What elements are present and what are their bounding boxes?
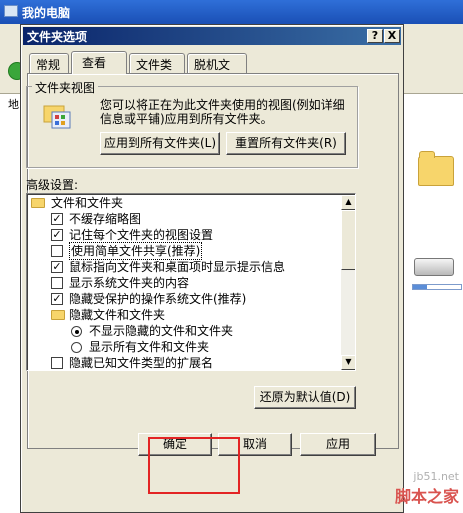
folder-icon bbox=[51, 310, 65, 320]
hard-drive-icon[interactable] bbox=[414, 258, 454, 276]
scroll-up-arrow-icon[interactable]: ▲ bbox=[341, 195, 355, 210]
tab-file-types[interactable]: 文件类型 bbox=[129, 53, 185, 89]
scroll-thumb[interactable] bbox=[341, 210, 355, 270]
cancel-button[interactable]: 取消 bbox=[218, 433, 292, 456]
checkbox-unchecked[interactable] bbox=[51, 245, 63, 257]
apply-to-all-folders-button[interactable]: 应用到所有文件夹(L) bbox=[100, 132, 220, 155]
folder-views-description: 您可以将正在为此文件夹使用的视图(例如详细信息或平铺)应用到所有文件夹。 bbox=[100, 98, 345, 126]
checkbox-checked[interactable]: ✓ bbox=[51, 261, 63, 273]
radio-selected[interactable] bbox=[71, 326, 82, 337]
restore-defaults-button[interactable]: 还原为默认值(D) bbox=[254, 386, 356, 409]
watermark-url: jb51.net bbox=[413, 470, 459, 483]
advanced-settings-list[interactable]: 文件和文件夹 ✓ 不缓存缩略图 ✓ 记住每个文件夹的视图设置 使用简单文件共享(… bbox=[26, 193, 356, 371]
checkbox-checked[interactable]: ✓ bbox=[51, 293, 63, 305]
address-label: 地 bbox=[8, 98, 19, 111]
folder-icon bbox=[31, 198, 45, 208]
reset-all-folders-button[interactable]: 重置所有文件夹(R) bbox=[226, 132, 346, 155]
drive-usage-bar bbox=[412, 284, 462, 290]
close-button[interactable]: X bbox=[384, 29, 400, 43]
watermark-name: 脚本之家 bbox=[394, 487, 459, 506]
explorer-title: 我的电脑 bbox=[22, 6, 71, 20]
apply-button[interactable]: 应用 bbox=[300, 433, 376, 456]
tab-offline-files[interactable]: 脱机文件 bbox=[187, 53, 247, 89]
ok-button[interactable]: 确定 bbox=[138, 433, 212, 456]
radio-unselected[interactable] bbox=[71, 342, 82, 353]
dialog-titlebar[interactable]: 文件夹选项 ? X bbox=[23, 27, 401, 45]
tab-view[interactable]: 查看 bbox=[71, 51, 127, 74]
explorer-titlebar: 我的电脑 bbox=[0, 0, 463, 24]
folder-icon[interactable] bbox=[418, 151, 454, 186]
checkbox-checked[interactable]: ✓ bbox=[51, 229, 63, 241]
folder-views-title: 文件夹视图 bbox=[32, 79, 99, 96]
checkbox-checked[interactable]: ✓ bbox=[51, 213, 63, 225]
tab-general[interactable]: 常规 bbox=[29, 53, 69, 73]
scroll-down-arrow-icon[interactable]: ▼ bbox=[341, 355, 355, 370]
site-watermark: jb51.net 脚本之家 bbox=[384, 470, 463, 513]
computer-icon bbox=[4, 5, 18, 17]
advanced-settings-label: 高级设置: bbox=[26, 178, 79, 192]
list-scrollbar[interactable]: ▲ ▼ bbox=[341, 195, 355, 370]
dialog-title: 文件夹选项 bbox=[27, 30, 88, 44]
folder-views-icon bbox=[43, 105, 71, 129]
help-button[interactable]: ? bbox=[367, 29, 383, 43]
checkbox-unchecked[interactable] bbox=[51, 277, 63, 289]
checkbox-unchecked[interactable] bbox=[51, 357, 63, 369]
